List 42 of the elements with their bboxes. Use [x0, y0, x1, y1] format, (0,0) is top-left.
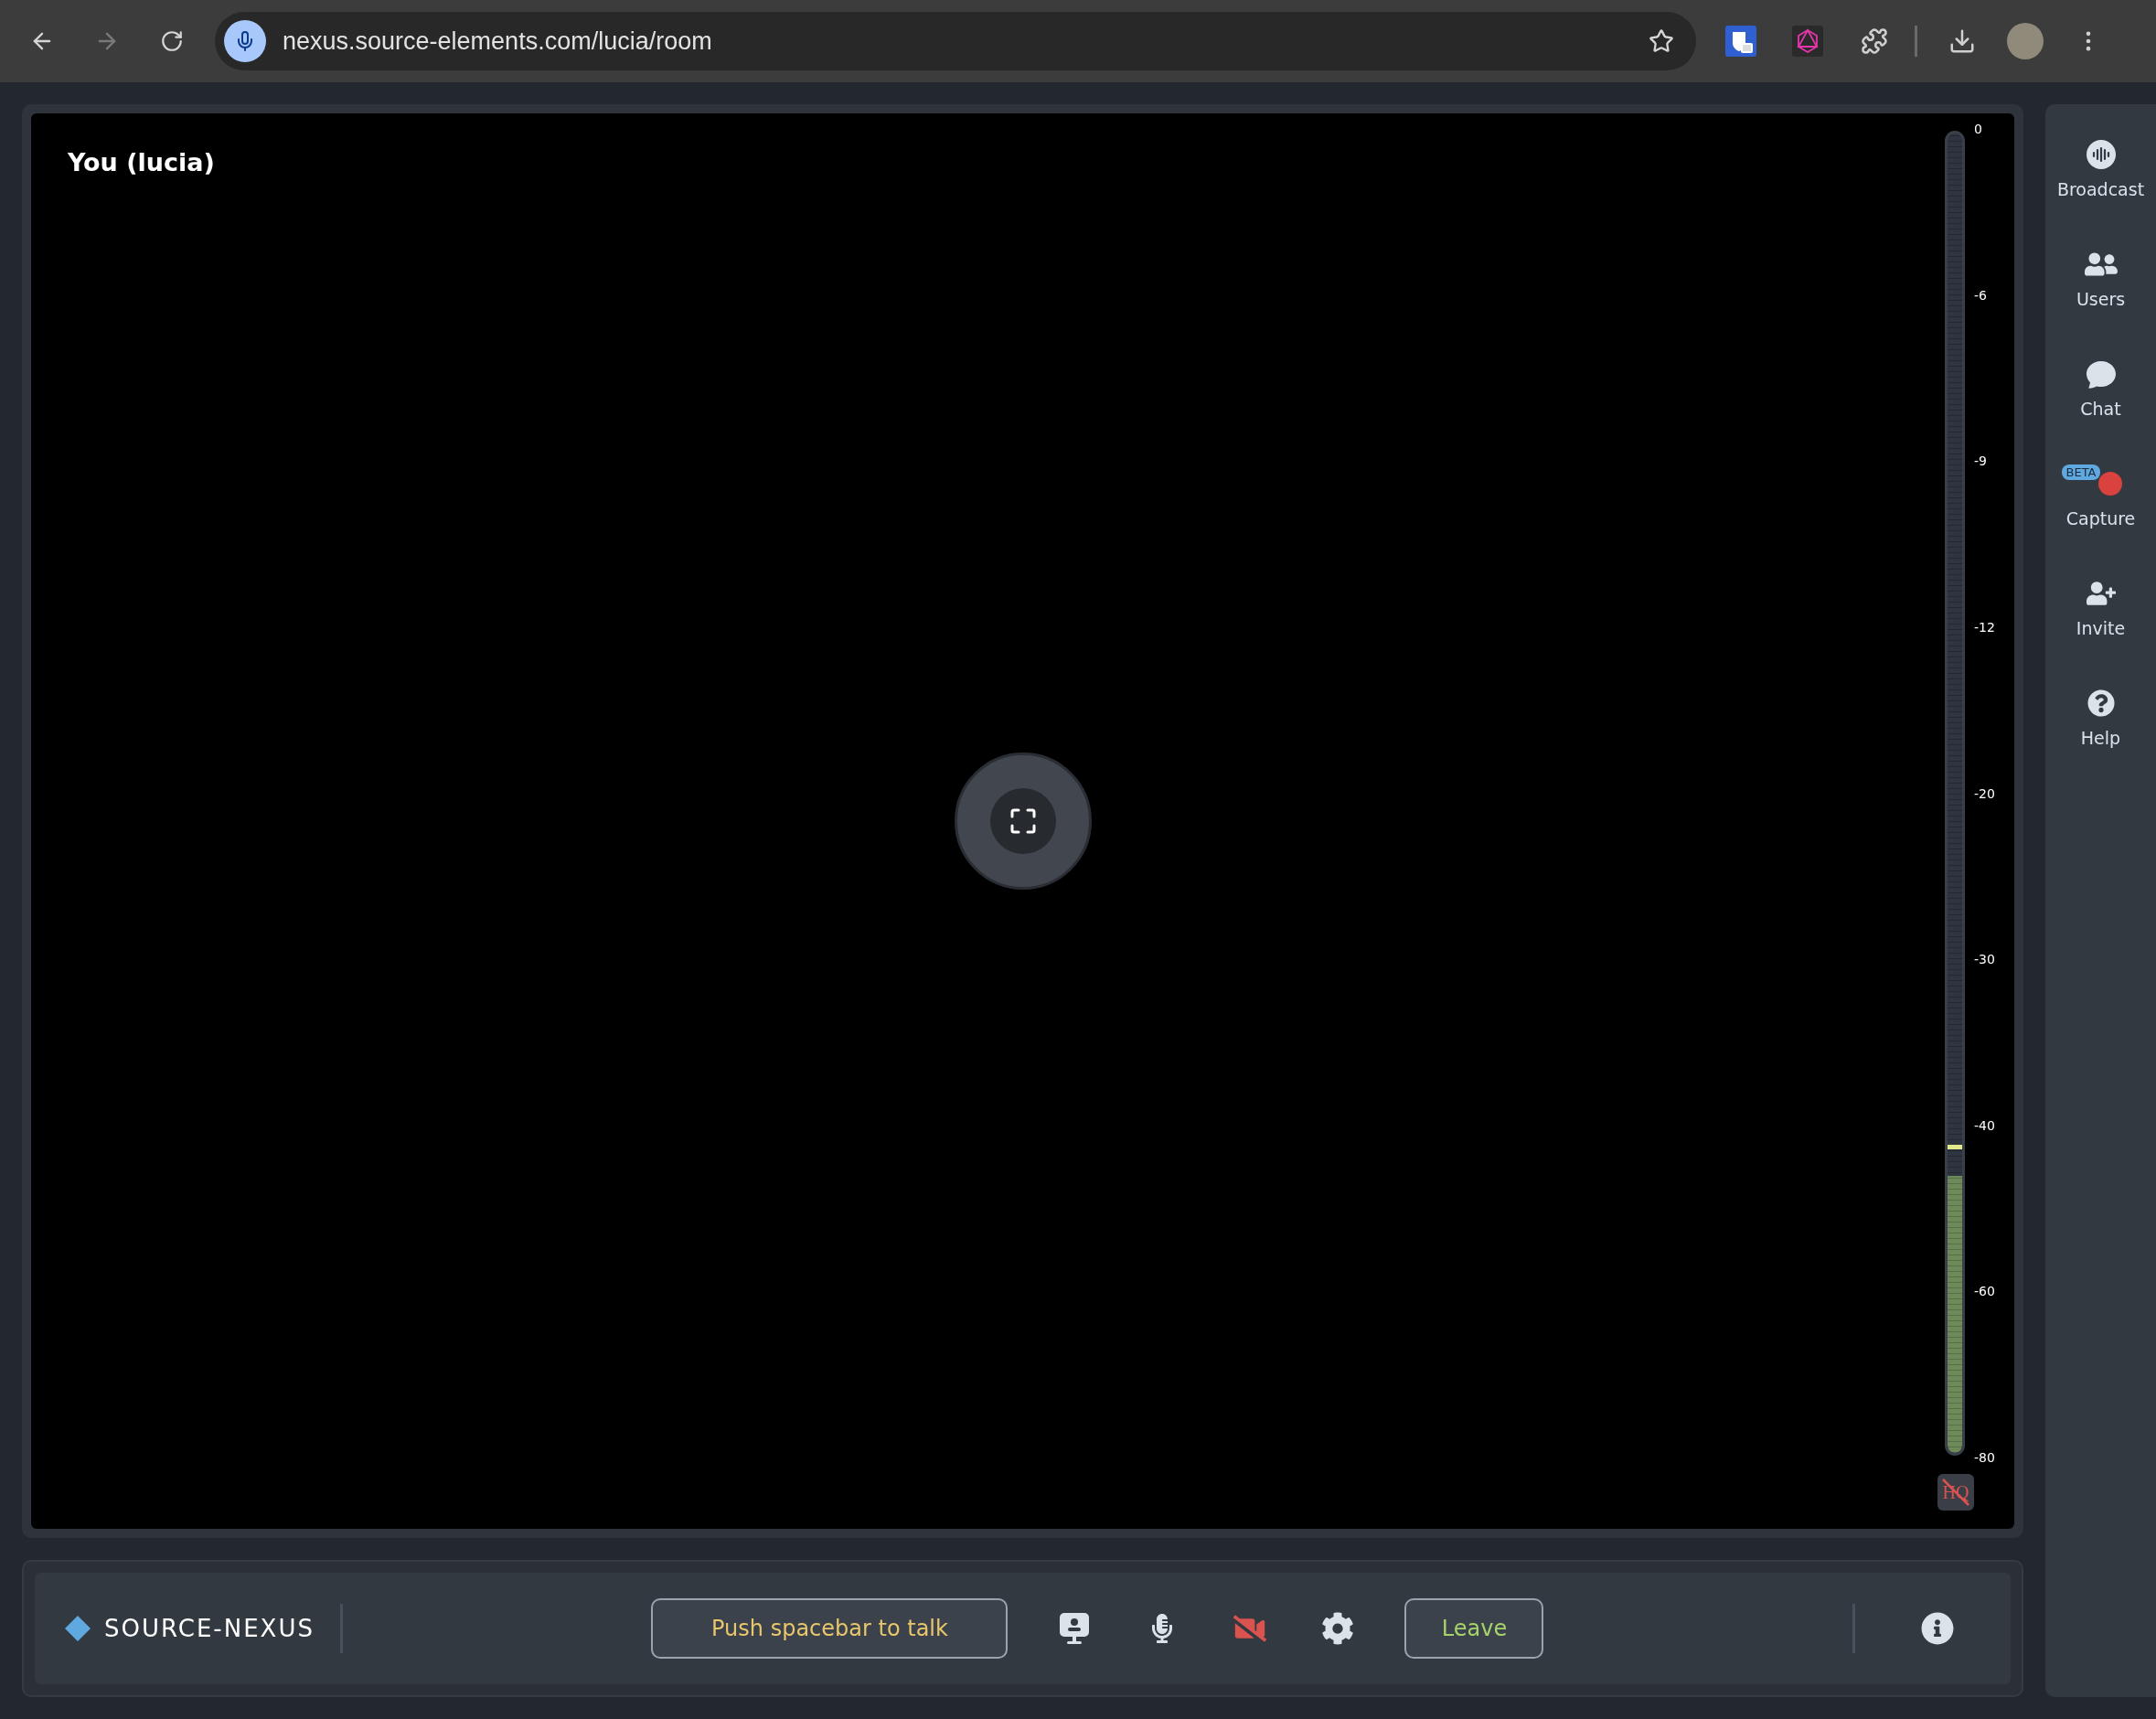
url-text: nexus.source-elements.com/lucia/room: [283, 27, 713, 56]
sidebar-label: Invite: [2076, 618, 2126, 638]
sidebar-item[interactable]: Help: [2046, 680, 2155, 748]
scale-label: -40: [1974, 1117, 1995, 1133]
sidebar-item[interactable]: Broadcast: [2046, 132, 2155, 199]
bookmark-star-icon[interactable]: [1649, 28, 1674, 54]
add-user-icon: [2086, 579, 2116, 608]
focus-frame-icon: [1009, 808, 1036, 834]
sidebar-item[interactable]: BETA Capture: [2046, 461, 2155, 529]
scale-label: 0: [1974, 122, 1983, 136]
sidebar-label: Users: [2076, 289, 2126, 309]
sidebar-label: Chat: [2080, 399, 2121, 419]
reload-icon: [160, 29, 184, 53]
presenter-icon: [1059, 1612, 1091, 1645]
microphone-icon[interactable]: [224, 20, 266, 62]
profile-avatar[interactable]: [2007, 23, 2044, 59]
sidebar-item[interactable]: Invite: [2046, 571, 2155, 638]
scale-label: -6: [1974, 287, 1988, 303]
brand-name: SOURCE-NEXUS: [104, 1615, 315, 1642]
leave-button[interactable]: Leave: [1404, 1598, 1544, 1659]
address-bar[interactable]: nexus.source-elements.com/lucia/room: [215, 12, 1696, 70]
participant-name: You (lucia): [68, 148, 215, 176]
record-dot-icon: [2097, 472, 2122, 496]
info-icon: [1921, 1612, 1954, 1645]
broadcast-icon: [2086, 140, 2116, 169]
beta-badge: BETA: [2061, 464, 2101, 480]
sidebar-label: Broadcast: [2056, 179, 2145, 199]
scale-label: -9: [1974, 454, 1988, 469]
settings-icon: [1321, 1612, 1355, 1645]
scale-label: -30: [1974, 952, 1995, 967]
scale-label: -20: [1974, 785, 1995, 801]
sidebar-item[interactable]: Chat: [2046, 351, 2155, 419]
scale-label: -12: [1974, 619, 1995, 635]
chat-bubble-icon: [2086, 359, 2116, 389]
scale-label: -80: [1974, 1450, 1995, 1465]
diamond-logo-icon: [64, 1615, 91, 1642]
scale-label: -60: [1974, 1284, 1995, 1299]
sidebar-label: Capture: [2065, 508, 2136, 529]
help-icon: [2087, 689, 2115, 717]
sidebar-label: Help: [2080, 728, 2121, 748]
push-to-talk-button[interactable]: Push spacebar to talk: [651, 1598, 1009, 1659]
sidebar-item[interactable]: Users: [2046, 241, 2155, 309]
